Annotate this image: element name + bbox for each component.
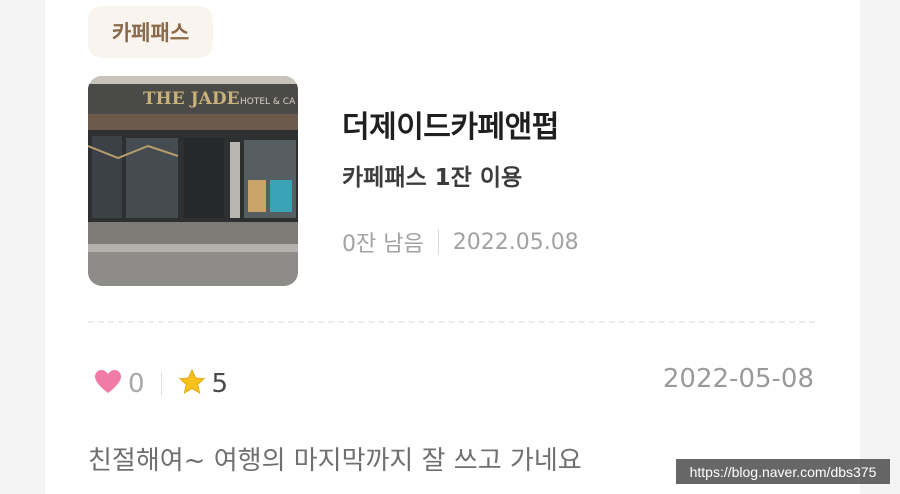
- usage-date: 2022.05.08: [452, 229, 579, 255]
- meta-divider: [437, 229, 439, 255]
- photo-sign-sub-text: HOTEL & CA: [240, 97, 296, 107]
- stats-divider: [160, 372, 162, 396]
- remaining-count: 0잔 남음: [342, 232, 424, 257]
- cafe-name[interactable]: 더제이드카페앤펍: [342, 102, 559, 146]
- section-divider: [88, 321, 815, 323]
- storefront-image: THE JADE HOTEL & CA: [88, 76, 298, 286]
- usage-text: 카페패스 1잔 이용: [342, 165, 523, 191]
- review-date: 2022-05-08: [662, 364, 814, 394]
- usage-meta: 0잔 남음 2022.05.08: [342, 226, 579, 258]
- rating-value: 5: [211, 369, 229, 399]
- badge-label: 카페패스: [111, 21, 190, 45]
- review-text: 친절해여~ 여행의 마지막까지 잘 쓰고 가네요: [88, 446, 582, 476]
- like-count: 0: [128, 369, 145, 399]
- heart-icon[interactable]: [94, 369, 122, 399]
- star-icon: [178, 368, 206, 400]
- review-stats: 0 5: [94, 366, 228, 402]
- cafe-photo[interactable]: THE JADE HOTEL & CA: [88, 76, 298, 286]
- cafe-pass-badge: 카페패스: [88, 6, 213, 58]
- photo-sign-text: THE JADE: [143, 89, 240, 109]
- blog-watermark: https://blog.naver.com/dbs375: [676, 459, 890, 484]
